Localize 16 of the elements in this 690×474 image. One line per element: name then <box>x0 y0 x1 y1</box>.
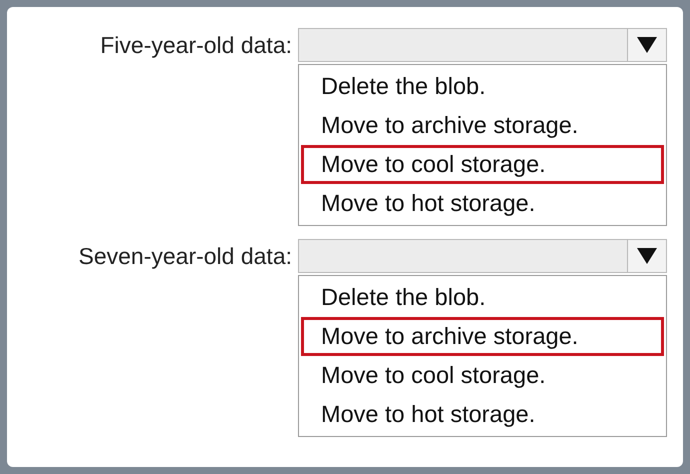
dropdown-option[interactable]: Move to archive storage. <box>301 317 664 356</box>
dropdown-option[interactable]: Move to archive storage. <box>301 106 664 145</box>
caret-icon <box>637 37 657 53</box>
dropdown-option[interactable]: Move to hot storage. <box>301 395 664 434</box>
question-label: Five-year-old data: <box>99 32 292 58</box>
dropdown-field[interactable] <box>298 239 667 273</box>
dropdown-option[interactable]: Delete the blob. <box>301 278 664 317</box>
dropdown-option[interactable]: Move to hot storage. <box>301 184 664 223</box>
question-label: Seven-year-old data: <box>77 242 292 270</box>
dropdown-option[interactable]: Delete the blob. <box>301 67 664 106</box>
dropdown-option[interactable]: Move to cool storage. <box>301 356 664 395</box>
dropdown-button[interactable] <box>627 240 666 272</box>
caret-icon <box>637 248 657 264</box>
dropdown-field[interactable] <box>298 28 667 62</box>
dropdown-option[interactable]: Move to cool storage. <box>301 145 664 184</box>
dropdown-button[interactable] <box>627 29 666 61</box>
